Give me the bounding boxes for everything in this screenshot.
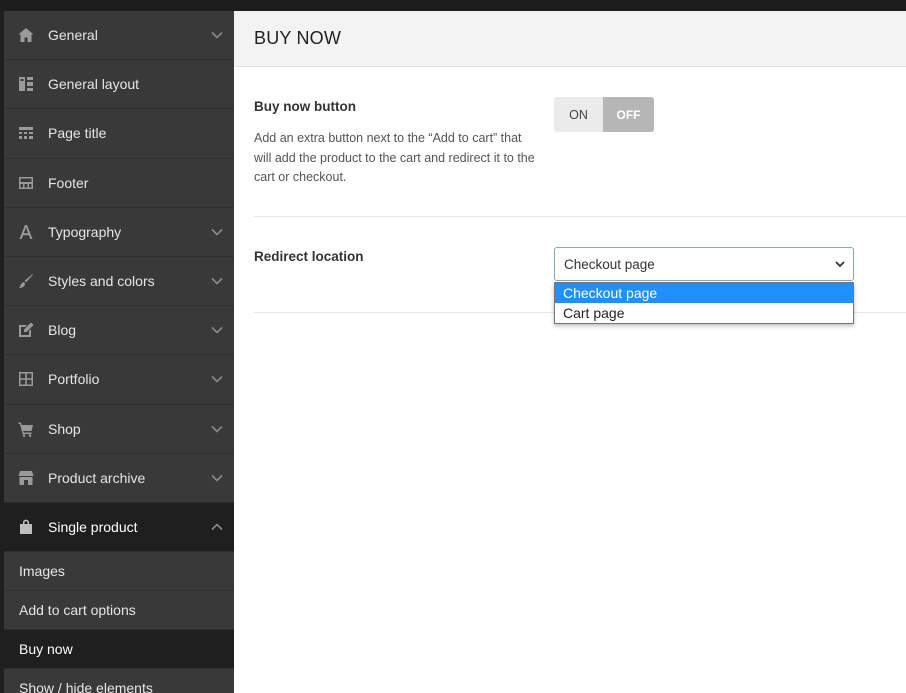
page-title: BUY NOW xyxy=(254,28,342,48)
page-title-icon xyxy=(4,125,48,141)
sidebar-item-blog[interactable]: Blog xyxy=(4,306,234,356)
main-content: BUY NOW Buy now button Add an extra butt… xyxy=(234,11,906,693)
chevron-down-icon xyxy=(210,372,224,386)
grid-icon xyxy=(4,371,48,387)
sidebar-item-label: Page title xyxy=(48,125,107,142)
chevron-down-icon xyxy=(210,471,224,485)
footer-icon xyxy=(4,175,48,191)
sidebar-item-shop[interactable]: Shop xyxy=(4,405,234,454)
typography-icon xyxy=(4,224,48,240)
dropdown-option-checkout-page[interactable]: Checkout page xyxy=(555,283,853,303)
sidebar-item-label: Typography xyxy=(48,223,122,240)
chevron-down-icon xyxy=(210,28,224,42)
subitem-add-to-cart-options[interactable]: Add to cart options xyxy=(4,591,234,631)
chevron-down-icon xyxy=(210,422,224,436)
select-value: Checkout page xyxy=(564,256,655,272)
sidebar-item-label: General layout xyxy=(48,76,140,93)
sidebar-item-label: Styles and colors xyxy=(48,273,155,290)
redirect-location-option: Redirect location Checkout page Checkout… xyxy=(254,217,906,324)
sidebar-item-label: Single product xyxy=(48,518,138,535)
store-icon xyxy=(4,470,48,486)
option-title: Redirect location xyxy=(254,249,364,264)
subitem-buy-now[interactable]: Buy now xyxy=(4,630,234,670)
sidebar-item-footer[interactable]: Footer xyxy=(4,159,234,208)
subitem-show-hide-elements[interactable]: Show / hide elements xyxy=(4,669,234,693)
option-title: Buy now button xyxy=(254,99,356,114)
redirect-location-dropdown: Checkout page Cart page xyxy=(554,282,854,324)
brush-icon xyxy=(4,273,48,289)
option-description: Add an extra button next to the “Add to … xyxy=(254,131,535,184)
edit-icon xyxy=(4,322,48,338)
sidebar-item-page-title[interactable]: Page title xyxy=(4,109,234,159)
subitem-images[interactable]: Images xyxy=(4,552,234,592)
sidebar-item-typography[interactable]: Typography xyxy=(4,208,234,257)
home-icon xyxy=(4,27,48,43)
bag-icon xyxy=(4,519,48,535)
sidebar-item-label: Footer xyxy=(48,174,89,191)
redirect-location-select[interactable]: Checkout page xyxy=(554,247,854,281)
layout-icon xyxy=(4,76,48,92)
buy-now-option: Buy now button Add an extra button next … xyxy=(254,67,906,217)
sidebar-item-product-archive[interactable]: Product archive xyxy=(4,454,234,503)
toggle-on-button[interactable]: ON xyxy=(554,97,603,132)
chevron-down-icon xyxy=(210,225,224,239)
sidebar-item-label: Product archive xyxy=(48,469,146,486)
buy-now-toggle[interactable]: ON OFF xyxy=(554,97,654,132)
chevron-down-icon xyxy=(210,323,224,337)
cart-icon xyxy=(4,421,48,437)
sidebar-item-label: Portfolio xyxy=(48,371,100,388)
page-header: BUY NOW xyxy=(234,11,906,67)
toggle-off-button[interactable]: OFF xyxy=(603,97,654,132)
dropdown-option-cart-page[interactable]: Cart page xyxy=(555,303,853,323)
sidebar-item-label: General xyxy=(48,27,98,44)
sidebar-item-styles-and-colors[interactable]: Styles and colors xyxy=(4,257,234,307)
chevron-down-icon xyxy=(834,258,846,270)
sidebar-item-label: Shop xyxy=(48,420,81,437)
sidebar-item-general-layout[interactable]: General layout xyxy=(4,60,234,110)
sidebar-item-label: Blog xyxy=(48,322,77,339)
chevron-down-icon xyxy=(210,274,224,288)
sidebar-item-portfolio[interactable]: Portfolio xyxy=(4,355,234,405)
sidebar-item-general[interactable]: General xyxy=(4,11,234,61)
sidebar: General General layout Page title Footer… xyxy=(4,11,234,693)
sidebar-item-single-product[interactable]: Single product xyxy=(4,502,234,553)
chevron-up-icon xyxy=(210,520,224,534)
top-bar xyxy=(0,0,906,11)
